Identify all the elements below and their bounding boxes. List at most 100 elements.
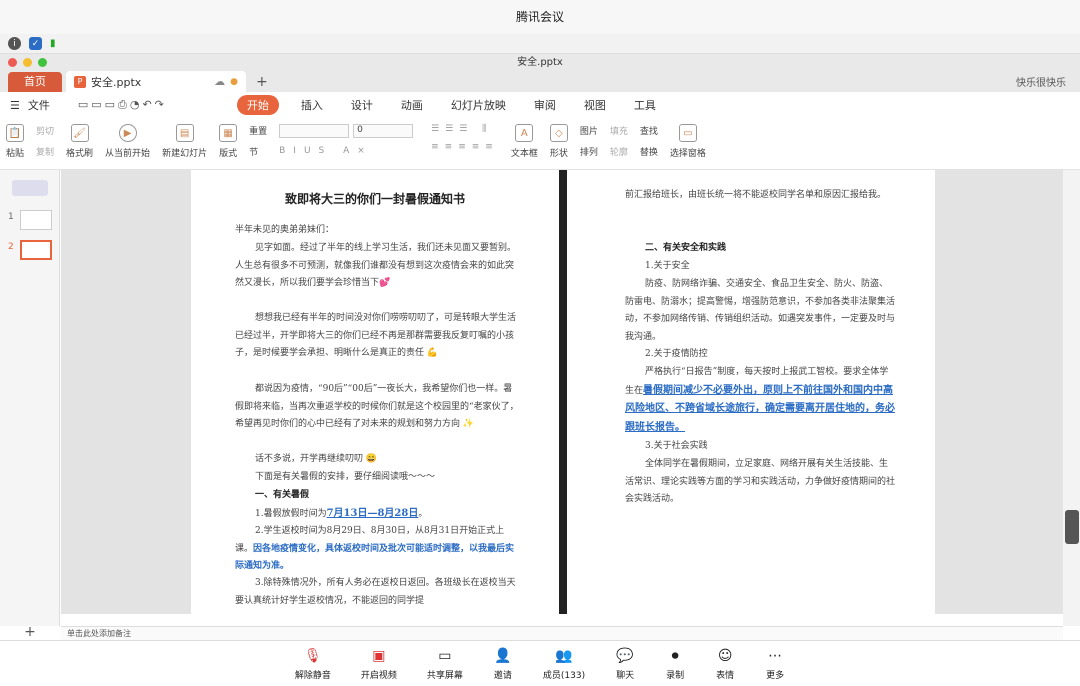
close-window-icon[interactable]: [8, 58, 17, 67]
menu-slideshow[interactable]: 幻灯片放映: [451, 97, 506, 113]
record-icon: ⏺: [671, 647, 679, 664]
font-style-icons[interactable]: BIUS A×: [279, 146, 413, 156]
slide-canvas[interactable]: 致即将大三的你们一封暑假通知书 半年未见的奥弟弟妹们： 见字如面。经过了半年的线…: [61, 170, 1063, 614]
ribbon-toolbar: 📋 粘贴 剪切 复制 🖌 格式刷 ▶ 从当前开始 ▤ 新建幻灯片 ▦ 版式 重置 节 0 …: [0, 118, 1080, 170]
menu-review[interactable]: 审阅: [534, 97, 556, 113]
signal-icon[interactable]: ▮: [50, 38, 56, 49]
window-title: 安全.pptx: [0, 54, 1080, 71]
right-top-text: 前汇报给班长，由班长统一将不能返校同学名单和原因汇报给我。: [625, 190, 887, 200]
textbox-icon: A: [515, 124, 534, 142]
from-current-button[interactable]: ▶ 从当前开始: [105, 124, 150, 159]
shield-icon[interactable]: ✓: [29, 37, 42, 50]
cut-button[interactable]: 剪切: [36, 124, 54, 137]
pptx-file-icon: P: [74, 75, 86, 88]
select-pane-button[interactable]: ▭ 选择窗格: [670, 124, 706, 159]
slide-number-1: 1: [8, 212, 14, 222]
emoji-button[interactable]: ☺ 表情: [715, 647, 735, 681]
align-icons[interactable]: ≡≡≡≡≡: [431, 142, 499, 152]
info-icon[interactable]: i: [8, 37, 21, 50]
meeting-app-title: 腾讯会议: [0, 0, 1080, 34]
holiday-dates: 7月13日—8月28日: [326, 508, 419, 519]
more-button[interactable]: ⋯ 更多: [765, 647, 785, 681]
font-name-select[interactable]: [279, 124, 350, 138]
add-slide-button[interactable]: +: [10, 624, 50, 640]
minimize-window-icon[interactable]: [23, 58, 32, 67]
invite-icon: 👤: [494, 647, 512, 664]
notes-area[interactable]: 单击此处添加备注: [61, 626, 1063, 640]
new-slide-button[interactable]: ▤ 新建幻灯片: [162, 124, 207, 159]
section-button[interactable]: 节: [249, 145, 267, 158]
tab-home[interactable]: 首页: [8, 72, 62, 92]
new-slide-icon: ▤: [175, 124, 194, 142]
start-video-button[interactable]: ▣ 开启视频: [361, 647, 397, 681]
layout-button[interactable]: ▦ 版式: [219, 124, 237, 159]
tab-file[interactable]: P 安全.pptx ☁ ●: [66, 71, 246, 92]
members-icon: 👥: [555, 647, 573, 664]
fill-outline-group: 填充 轮廓: [610, 124, 628, 158]
user-name[interactable]: 快乐很快乐: [1016, 74, 1066, 89]
document-page-left: 致即将大三的你们一封暑假通知书 半年未见的奥弟弟妹们： 见字如面。经过了半年的线…: [191, 170, 559, 614]
menu-animation[interactable]: 动画: [401, 97, 423, 113]
meeting-info-bar: i ✓ ▮: [0, 34, 1080, 54]
shape-button[interactable]: ◇ 形状: [549, 124, 568, 159]
font-size-select[interactable]: 0: [353, 124, 414, 138]
unmute-button[interactable]: 🎙 解除静音: [295, 647, 331, 681]
picture-button[interactable]: 图片: [580, 124, 598, 137]
font-group: 0 BIUS A×: [279, 124, 414, 156]
view-toggle[interactable]: [12, 180, 48, 196]
mic-muted-icon: 🎙: [303, 647, 322, 664]
fill-button[interactable]: 填充: [610, 124, 628, 137]
textbox-button[interactable]: A 文本框: [511, 124, 538, 159]
menu-bar: ☰ 文件 ▭▭▭⎙◔↶↷ 开始 插入 设计 动画 幻灯片放映 审阅 视图 工具: [0, 92, 1080, 118]
format-painter-button[interactable]: 🖌 格式刷: [66, 124, 93, 159]
select-pane-icon: ▭: [678, 124, 697, 142]
greeting: 半年未见的奥弟弟妹们：: [235, 225, 335, 235]
share-screen-button[interactable]: ▭ 共享屏幕: [427, 647, 463, 681]
item-3: 3.除特殊情况外，所有人务必在返校日返回。各班级长在返校当天要认真统计好学生返校…: [235, 578, 516, 606]
maximize-window-icon[interactable]: [38, 58, 47, 67]
share-screen-icon: ▭: [438, 647, 452, 664]
record-button[interactable]: ⏺ 录制: [665, 647, 685, 681]
list-icons[interactable]: ☰☰☰ ⫼: [431, 124, 499, 134]
hamburger-icon[interactable]: ☰: [10, 99, 20, 112]
practice-text: 全体同学在暑假期间，立足家庭、网络开展有关生活技能、生活常识、理论实践等方面的学…: [625, 459, 896, 504]
vertical-scrollbar[interactable]: [1063, 170, 1080, 626]
paste-button[interactable]: 📋 粘贴: [6, 124, 24, 159]
reset-section-group: 重置 节: [249, 124, 267, 158]
find-replace-group: 查找 替换: [640, 124, 658, 158]
cloud-icon: ☁: [214, 75, 226, 88]
outline-button[interactable]: 轮廓: [610, 145, 628, 158]
document-title: 致即将大三的你们一封暑假通知书: [284, 192, 465, 206]
picture-arrange-group: 图片 排列: [580, 124, 598, 158]
heading-summer: 一、有关暑假: [255, 490, 310, 500]
epidemic-highlight: 暑假期间减少不必要外出，原则上不前往国外和国内中高风险地区、不跨省域长途旅行，确…: [625, 384, 895, 433]
menu-design[interactable]: 设计: [351, 97, 373, 113]
menu-insert[interactable]: 插入: [301, 97, 323, 113]
menu-tools[interactable]: 工具: [634, 97, 656, 113]
paragraph-3: 都说因为疫情，“90后”“00后”一夜长大，我希望你们也一样。暑假即将来临，当再…: [235, 384, 519, 429]
slide-panel: 1 2: [0, 170, 60, 626]
slide-thumbnail-1[interactable]: [20, 210, 52, 230]
chat-button[interactable]: 💬 聊天: [615, 647, 635, 681]
menu-view[interactable]: 视图: [584, 97, 606, 113]
scroll-handle[interactable]: [1065, 510, 1079, 544]
members-button[interactable]: 👥 成员(133): [543, 647, 585, 681]
find-button[interactable]: 查找: [640, 124, 658, 137]
paragraph-2: 想想我已经有半年的时间没对你们唠唠叨叨了，可是转眼大学生活已经过半，开学即将大三…: [235, 313, 517, 358]
window-controls: [8, 58, 47, 67]
replace-button[interactable]: 替换: [640, 145, 658, 158]
add-tab-button[interactable]: +: [256, 72, 268, 92]
layout-icon: ▦: [219, 124, 238, 142]
slide-thumbnail-2[interactable]: [20, 240, 52, 260]
more-icon: ⋯: [768, 647, 783, 664]
menu-file[interactable]: 文件: [28, 97, 50, 113]
subheading-practice: 3.关于社会实践: [645, 441, 708, 451]
reset-button[interactable]: 重置: [249, 124, 267, 137]
document-page-right: 前汇报给班长，由班长统一将不能返校同学名单和原因汇报给我。 二、有关安全和实践 …: [567, 170, 935, 614]
arrange-button[interactable]: 排列: [580, 145, 598, 158]
subheading-safety: 1.关于安全: [645, 261, 690, 271]
copy-button[interactable]: 复制: [36, 145, 54, 158]
quick-access-icons[interactable]: ▭▭▭⎙◔↶↷: [78, 98, 167, 112]
invite-button[interactable]: 👤 邀请: [493, 647, 513, 681]
menu-start[interactable]: 开始: [236, 95, 279, 115]
